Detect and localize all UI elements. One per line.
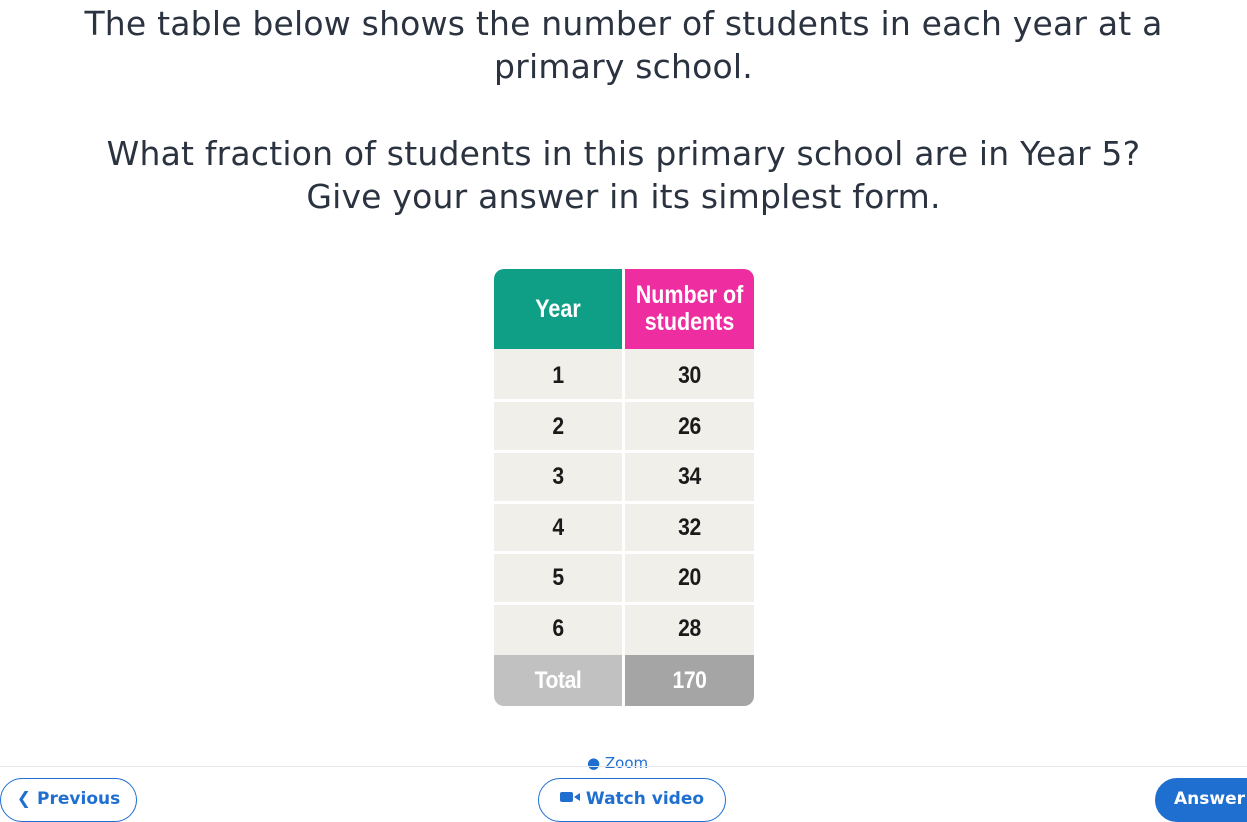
question-line-3: What fraction of students in this primar… xyxy=(106,134,1141,173)
year-cell: 4 xyxy=(552,514,564,541)
previous-button[interactable]: ❮ Previous xyxy=(0,778,137,822)
zoom-link[interactable]: ● Zoom xyxy=(587,754,648,772)
footer-divider xyxy=(0,766,1247,767)
total-label: Total xyxy=(534,666,582,694)
watch-video-label: Watch video xyxy=(585,789,705,809)
zoom-label: Zoom xyxy=(604,754,649,772)
table-row: 5 20 xyxy=(494,553,754,603)
question-line-2: primary school. xyxy=(494,47,753,86)
students-cell: 30 xyxy=(678,362,701,389)
question-line-4: Give your answer in its simplest form. xyxy=(306,177,941,216)
table-row: 4 32 xyxy=(494,503,754,553)
previous-label: Previous xyxy=(37,789,121,809)
year-cell: 2 xyxy=(552,413,564,440)
table-row: 2 26 xyxy=(494,402,754,452)
students-cell: 26 xyxy=(678,413,701,440)
students-cell: 28 xyxy=(678,615,701,642)
students-cell: 32 xyxy=(678,514,701,541)
students-cell: 34 xyxy=(678,463,701,490)
year-cell: 5 xyxy=(552,564,564,591)
question-line-1: The table below shows the number of stud… xyxy=(84,4,1163,43)
students-cell: 20 xyxy=(678,564,701,591)
year-cell: 3 xyxy=(552,463,564,490)
table-row: 3 34 xyxy=(494,452,754,502)
year-cell: 1 xyxy=(552,362,564,389)
table-row: 1 30 xyxy=(494,351,754,401)
chevron-left-icon: ❮ xyxy=(16,789,32,809)
year-header-label: Year xyxy=(535,294,581,323)
watch-video-button[interactable]: Watch video xyxy=(538,778,726,822)
total-value: 170 xyxy=(672,666,707,694)
year-cell: 6 xyxy=(552,615,564,642)
students-header-line-1: Number of xyxy=(635,281,744,309)
zoom-icon: ● xyxy=(587,754,601,772)
total-row: Total 170 xyxy=(494,655,754,706)
table-row: 6 28 xyxy=(494,604,754,654)
answer-label: Answer xyxy=(1174,789,1245,809)
video-camera-icon xyxy=(559,789,580,809)
students-header-line-2: students xyxy=(644,308,735,336)
students-table: Year Number of students 1 30 2 26 3 34 4… xyxy=(494,269,754,706)
question-text: The table below shows the number of stud… xyxy=(0,2,1247,88)
students-header-label: Number of students xyxy=(634,269,745,349)
question-instruction: What fraction of students in this primar… xyxy=(0,132,1247,218)
answer-button[interactable]: Answer xyxy=(1155,778,1247,822)
